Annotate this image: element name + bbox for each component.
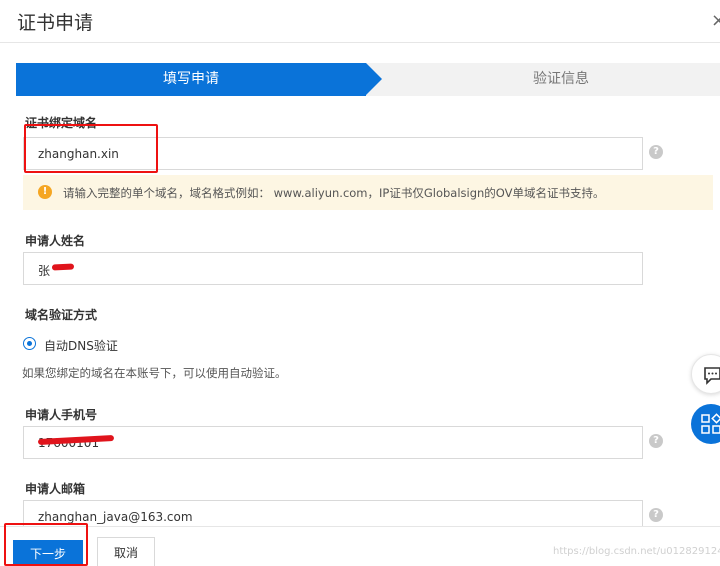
applicant-name-input[interactable]: 张 [23,252,643,285]
annotation-box-domain [24,124,158,173]
email-value: zhanghan_java@163.com [38,510,193,524]
chat-icon[interactable] [691,354,720,394]
watermark: https://blog.csdn.net/u012829124 [553,546,720,557]
domain-help-icon[interactable]: ? [649,145,663,159]
phone-label: 申请人手机号 [25,408,98,422]
warning-icon: ! [38,185,52,199]
phone-input[interactable]: 17600101 [23,426,643,459]
verify-method-label: 域名验证方式 [25,308,98,322]
chat-icon-glyph [704,367,720,385]
email-label: 申请人邮箱 [25,482,86,496]
email-help-icon[interactable]: ? [649,508,663,522]
auto-dns-radio[interactable] [23,337,36,350]
applicant-name-label: 申请人姓名 [25,234,86,248]
step-verify-info: 验证信息 [533,71,589,87]
applicant-name-value: 张 [38,264,51,278]
close-icon[interactable]: × [711,10,720,31]
step-arrow [366,63,382,95]
verify-hint: 如果您绑定的域名在本账号下，可以使用自动验证。 [22,366,287,380]
notice-text: 请输入完整的单个域名，域名格式例如： www.aliyun.com，IP证书仅G… [63,186,605,200]
domain-notice: ! 请输入完整的单个域名，域名格式例如： www.aliyun.com，IP证书… [23,175,713,210]
dialog-header: 证书申请 × [0,0,720,43]
phone-help-icon[interactable]: ? [649,434,663,448]
step-fill-application: 填写申请 [16,63,366,96]
annotation-box-next [4,523,88,566]
redaction-scribble [51,263,75,271]
auto-dns-label[interactable]: 自动DNS验证 [44,337,118,354]
step-indicator: 填写申请 验证信息 [16,63,720,96]
cancel-button[interactable]: 取消 [97,537,155,566]
apps-icon[interactable] [691,404,720,444]
dialog-title: 证书申请 [17,12,94,34]
apps-icon-glyph [701,413,720,434]
